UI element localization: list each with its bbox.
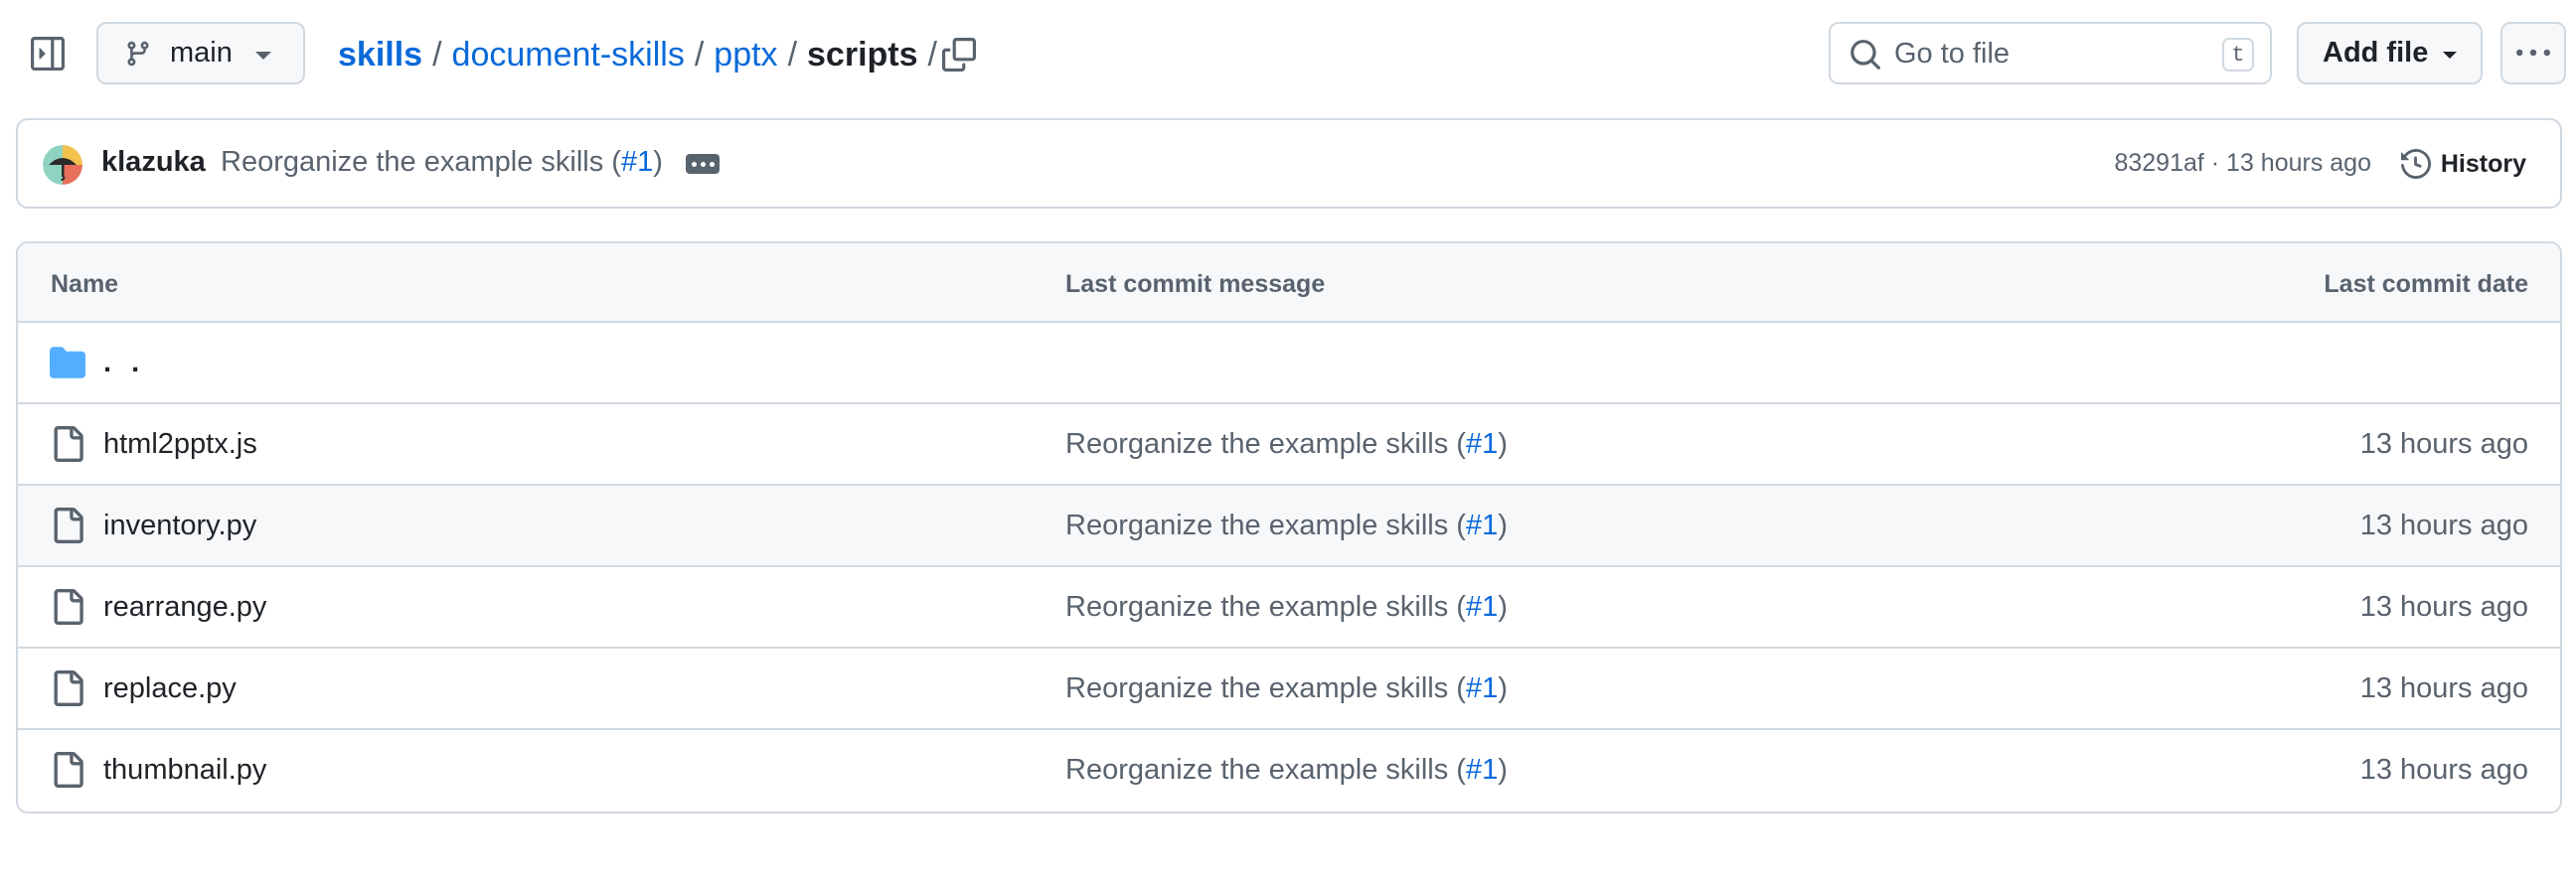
kebab-horizontal-icon [2516, 49, 2550, 56]
commit-meta-separator: · [2203, 149, 2227, 177]
commit-message-text: Reorganize the example skills ( [221, 146, 621, 178]
history-button[interactable]: History [2400, 142, 2526, 186]
copy-path-button[interactable] [938, 34, 980, 75]
row-commit-message-text: Reorganize the example skills ( [1065, 754, 1466, 786]
sidebar-toggle-button[interactable] [28, 34, 68, 74]
author-avatar-icon [43, 145, 82, 185]
parent-directory-row[interactable]: . . [18, 323, 2560, 404]
breadcrumb: skills / document-skills / pptx / script… [338, 30, 947, 79]
row-commit-message-end: ) [1498, 754, 1508, 786]
latest-commit-bar: klazuka Reorganize the example skills (#… [16, 118, 2562, 209]
row-commit-message[interactable]: Reorganize the example skills (#1) [1065, 428, 1508, 461]
sidebar-expand-icon [31, 37, 65, 71]
add-file-button[interactable]: Add file [2297, 22, 2483, 84]
go-to-file-input[interactable] [1894, 32, 2192, 75]
parent-directory-link[interactable]: . . [103, 347, 145, 379]
breadcrumb-repo-link[interactable]: skills [338, 36, 422, 74]
row-commit-message-end: ) [1498, 591, 1508, 623]
commit-meta: 83291af · 13 hours ago [2114, 149, 2371, 178]
file-icon [50, 752, 85, 788]
avatar[interactable] [43, 145, 82, 185]
add-file-label: Add file [2323, 37, 2429, 69]
table-row[interactable]: replace.py Reorganize the example skills … [18, 649, 2560, 730]
row-commit-pr-link[interactable]: #1 [1466, 428, 1498, 460]
breadcrumb-link-document-skills[interactable]: document-skills [452, 36, 685, 74]
row-commit-date: 13 hours ago [2359, 428, 2528, 460]
row-commit-message[interactable]: Reorganize the example skills (#1) [1065, 510, 1508, 542]
row-commit-message[interactable]: Reorganize the example skills (#1) [1065, 591, 1508, 624]
breadcrumb-separator: / [694, 35, 705, 74]
table-row[interactable]: inventory.py Reorganize the example skill… [18, 486, 2560, 567]
more-options-button[interactable] [2500, 22, 2566, 84]
row-commit-message-text: Reorganize the example skills ( [1065, 591, 1466, 623]
row-commit-message[interactable]: Reorganize the example skills (#1) [1065, 672, 1508, 705]
table-header: Name Last commit message Last commit dat… [18, 243, 2560, 323]
row-commit-date: 13 hours ago [2359, 510, 2528, 541]
breadcrumb-current: scripts [807, 35, 918, 74]
row-commit-message-text: Reorganize the example skills ( [1065, 428, 1466, 460]
column-header-name: Name [51, 270, 119, 298]
go-to-file-search[interactable]: t [1829, 22, 2272, 84]
file-icon [50, 589, 85, 625]
copy-icon [942, 38, 976, 72]
branch-selector-button[interactable]: main [96, 22, 305, 84]
table-row[interactable]: html2pptx.js Reorganize the example skill… [18, 404, 2560, 486]
file-name-link[interactable]: html2pptx.js [103, 428, 257, 461]
file-name-link[interactable]: inventory.py [103, 510, 256, 542]
commit-pr-link[interactable]: #1 [621, 146, 653, 178]
row-commit-message-text: Reorganize the example skills ( [1065, 510, 1466, 541]
repo-toolbar: main skills / document-skills / pptx / s… [0, 0, 2576, 109]
keyboard-shortcut-hint: t [2222, 38, 2254, 72]
folder-icon [50, 345, 85, 380]
row-commit-pr-link[interactable]: #1 [1466, 754, 1498, 786]
table-row[interactable]: rearrange.py Reorganize the example skill… [18, 567, 2560, 649]
row-commit-pr-link[interactable]: #1 [1466, 672, 1498, 704]
row-commit-message-end: ) [1498, 672, 1508, 704]
commit-message[interactable]: Reorganize the example skills (#1) [221, 146, 663, 179]
file-name-link[interactable]: thumbnail.py [103, 754, 266, 787]
chevron-down-icon [255, 52, 271, 60]
table-row[interactable]: thumbnail.py Reorganize the example skill… [18, 730, 2560, 812]
file-icon [50, 426, 85, 462]
branch-name: main [170, 37, 233, 69]
row-commit-message-text: Reorganize the example skills ( [1065, 672, 1466, 704]
row-commit-date: 13 hours ago [2359, 754, 2528, 786]
row-commit-pr-link[interactable]: #1 [1466, 510, 1498, 541]
file-icon [50, 508, 85, 543]
column-header-date: Last commit date [2324, 270, 2528, 298]
file-list-table: Name Last commit message Last commit dat… [16, 241, 2562, 814]
breadcrumb-separator: / [787, 35, 798, 74]
commit-message-end: ) [653, 146, 663, 178]
expand-commit-message-button[interactable] [686, 154, 720, 174]
row-commit-pr-link[interactable]: #1 [1466, 591, 1498, 623]
file-name-link[interactable]: rearrange.py [103, 591, 266, 624]
row-commit-date: 13 hours ago [2359, 672, 2528, 704]
row-commit-message-end: ) [1498, 510, 1508, 541]
git-branch-icon [127, 41, 149, 66]
row-commit-message-end: ) [1498, 428, 1508, 460]
commit-author-link[interactable]: klazuka [101, 146, 206, 179]
breadcrumb-separator: / [927, 35, 937, 74]
commit-time: 13 hours ago [2226, 149, 2371, 177]
row-commit-date: 13 hours ago [2359, 591, 2528, 623]
file-icon [50, 670, 85, 706]
commit-sha-link[interactable]: 83291af [2114, 149, 2203, 177]
column-header-message: Last commit message [1065, 270, 1326, 298]
search-icon [1849, 38, 1882, 72]
history-label: History [2440, 149, 2526, 178]
history-icon [2400, 149, 2431, 179]
chevron-down-icon [2443, 52, 2457, 59]
breadcrumb-link-pptx[interactable]: pptx [714, 36, 777, 74]
breadcrumb-separator: / [432, 35, 442, 74]
file-name-link[interactable]: replace.py [103, 672, 237, 705]
row-commit-message[interactable]: Reorganize the example skills (#1) [1065, 754, 1508, 787]
